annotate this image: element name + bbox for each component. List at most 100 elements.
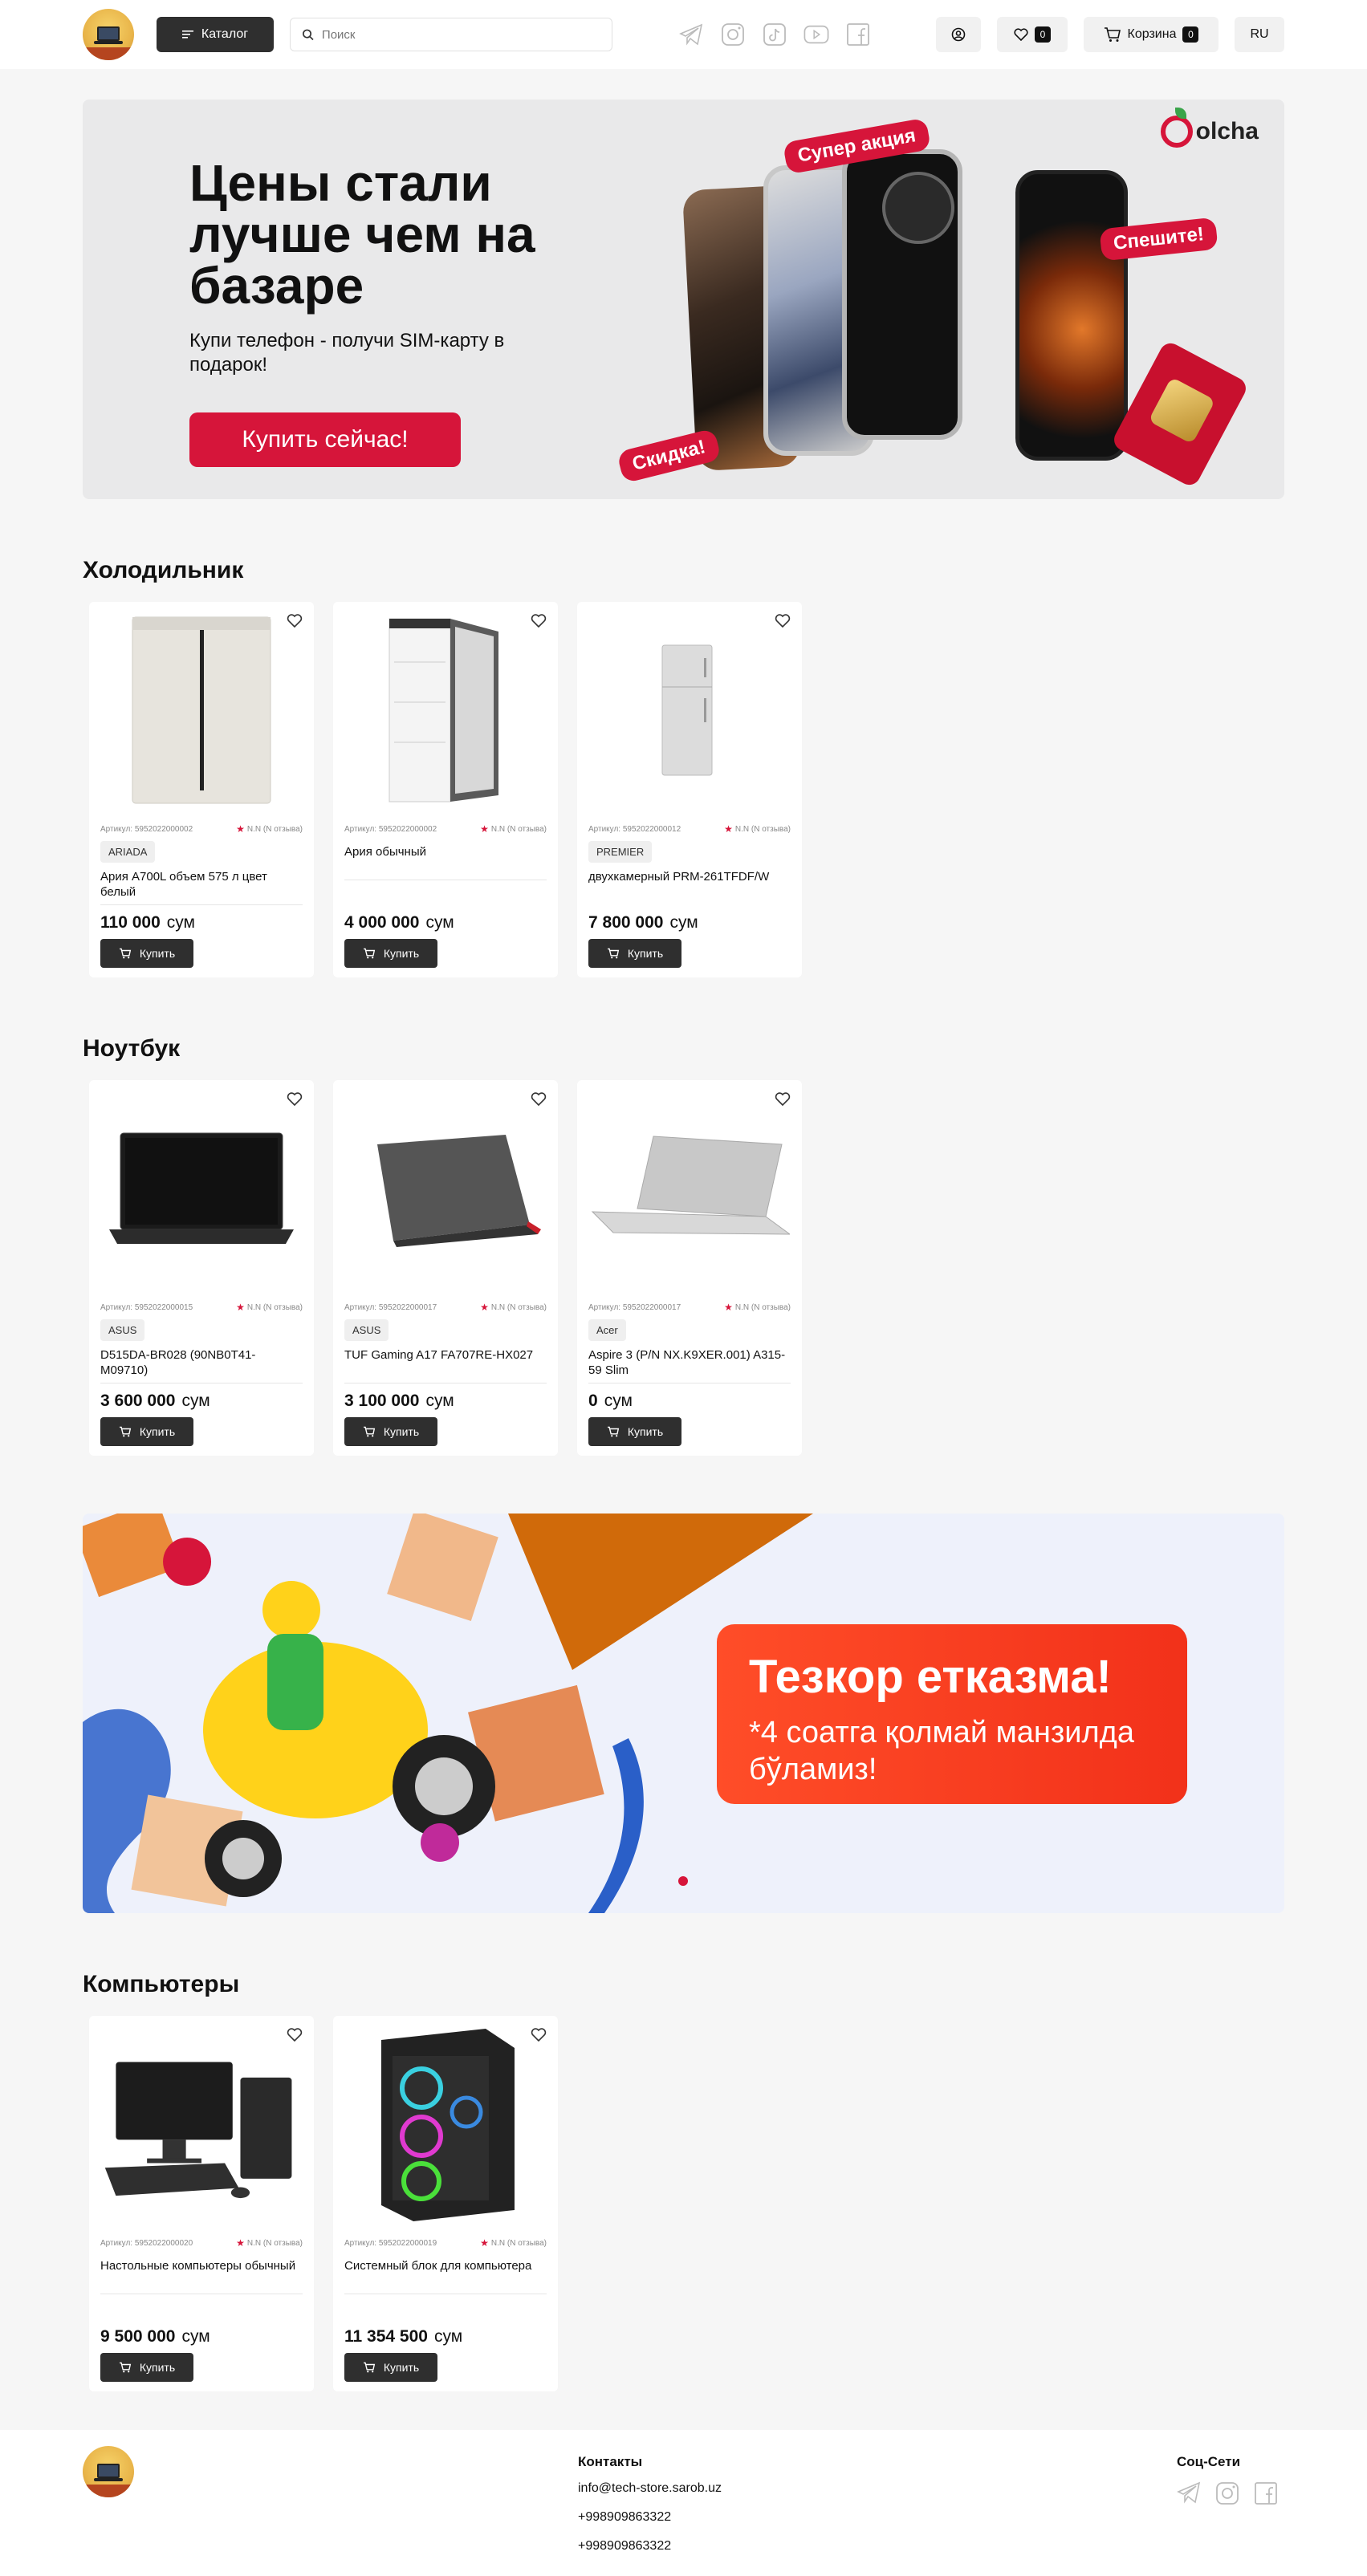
favorite-heart-icon[interactable]: [283, 610, 306, 632]
product-name[interactable]: Ария обычный: [344, 844, 547, 875]
footer-logo[interactable]: [83, 2446, 134, 2497]
product-name[interactable]: Aspire 3 (P/N NX.K9XER.001) A315-59 Slim: [588, 1347, 791, 1378]
cart-icon: [119, 2362, 132, 2373]
product-sku: Артикул: 5952022000017: [344, 1302, 437, 1312]
promo-banner-delivery[interactable]: Тезкор етказма! *4 соатга қолмай манзилд…: [83, 1514, 1284, 1913]
brand-badge: ASUS: [100, 1319, 145, 1341]
product-card[interactable]: Артикул: 5952022000017 ★ N.N (N отзыва) Ac…: [577, 1080, 802, 1456]
laptop-gaming-icon[interactable]: [344, 1080, 547, 1297]
cart-button[interactable]: Корзина 0: [1084, 17, 1219, 52]
pc-case-icon[interactable]: [344, 2016, 547, 2233]
product-card[interactable]: Артикул: 5952022000020 ★ N.N (N отзыва) На…: [89, 2016, 314, 2391]
catalog-label: Каталог: [201, 27, 249, 41]
product-sku: Артикул: 5952022000015: [100, 1302, 193, 1312]
product-card[interactable]: Артикул: 5952022000002 ★ N.N (N отзыва) Ар…: [333, 602, 558, 977]
currency: сум: [433, 2327, 463, 2346]
instagram-icon[interactable]: [1215, 2481, 1239, 2509]
star-icon: ★: [236, 2237, 245, 2249]
product-name[interactable]: Ария A700L объем 575 л цвет белый: [100, 869, 303, 900]
facebook-icon[interactable]: [845, 22, 871, 47]
buy-button[interactable]: Купить: [100, 2353, 193, 2382]
store-logo[interactable]: [83, 9, 134, 60]
buy-button[interactable]: Купить: [100, 939, 193, 968]
telegram-icon[interactable]: [1177, 2481, 1201, 2509]
facebook-icon[interactable]: [1254, 2481, 1278, 2509]
product-card[interactable]: Артикул: 5952022000017 ★ N.N (N отзыва) AS…: [333, 1080, 558, 1456]
footer-socials: Соц-Сети: [1177, 2454, 1278, 2509]
contact-phone[interactable]: +998909863322: [578, 2539, 722, 2554]
favorite-heart-icon[interactable]: [283, 1088, 306, 1111]
laptop-silver-icon[interactable]: [588, 1080, 791, 1297]
telegram-icon[interactable]: [678, 22, 704, 47]
user-icon: [951, 27, 966, 42]
currency: сум: [181, 2327, 210, 2346]
product-name[interactable]: D515DA-BR028 (90NB0T41-M09710): [100, 1347, 303, 1378]
promo-banner-phones[interactable]: Цены стали лучше чем на базаре Купи теле…: [83, 100, 1284, 499]
favorite-heart-icon[interactable]: [527, 1088, 550, 1111]
wishlist-count: 0: [1035, 26, 1051, 43]
product-rating: N.N (N отзыва): [246, 1302, 303, 1312]
instagram-icon[interactable]: [720, 22, 746, 47]
contact-phone[interactable]: +998909863322: [578, 2510, 722, 2525]
fridge-small-icon[interactable]: [588, 602, 791, 819]
product-sku: Артикул: 5952022000017: [588, 1302, 681, 1312]
product-name[interactable]: Системный блок для компьютера: [344, 2258, 547, 2289]
product-name[interactable]: TUF Gaming A17 FA707RE-HX027: [344, 1347, 547, 1378]
product-price: 3 100 000: [344, 1392, 420, 1410]
product-list-computers: Артикул: 5952022000020 ★ N.N (N отзыва) На…: [83, 2016, 1284, 2391]
laptop-black-icon[interactable]: [100, 1080, 303, 1297]
discount-tag: Скидка!: [616, 428, 722, 484]
search-input[interactable]: [321, 27, 600, 42]
product-sku: Артикул: 5952022000002: [100, 824, 193, 834]
buy-button[interactable]: Купить: [344, 1417, 437, 1446]
currency: сум: [604, 1392, 633, 1410]
wishlist-button[interactable]: 0: [997, 17, 1068, 52]
currency: сум: [425, 913, 454, 932]
product-name[interactable]: Настольные компьютеры обычный: [100, 2258, 303, 2289]
footer-contacts: Контакты info@tech-store.sarob.uz +99890…: [578, 2454, 722, 2568]
socials-title: Соц-Сети: [1177, 2454, 1241, 2469]
currency: сум: [425, 1392, 454, 1410]
cart-icon: [119, 1426, 132, 1437]
buy-now-button[interactable]: Купить сейчас!: [189, 412, 461, 467]
product-card[interactable]: Артикул: 5952022000002 ★ N.N (N отзыва) AR…: [89, 602, 314, 977]
favorite-heart-icon[interactable]: [283, 2024, 306, 2046]
youtube-icon[interactable]: [804, 22, 829, 47]
buy-button[interactable]: Купить: [588, 939, 681, 968]
buy-button[interactable]: Купить: [100, 1417, 193, 1446]
product-rating: N.N (N отзыва): [246, 2238, 303, 2248]
product-card[interactable]: Артикул: 5952022000012 ★ N.N (N отзыва) PR…: [577, 602, 802, 977]
delivery-title: Тезкор етказма!: [749, 1651, 1112, 1703]
fridge-open-icon[interactable]: [344, 602, 547, 819]
section-title-fridges: Холодильник: [83, 557, 244, 583]
contact-email[interactable]: info@tech-store.sarob.uz: [578, 2481, 722, 2496]
tiktok-icon[interactable]: [762, 22, 787, 47]
buy-button[interactable]: Купить: [344, 2353, 437, 2382]
buy-button[interactable]: Купить: [588, 1417, 681, 1446]
product-sku: Артикул: 5952022000020: [100, 2238, 193, 2248]
product-rating: N.N (N отзыва): [246, 824, 303, 834]
favorite-heart-icon[interactable]: [527, 2024, 550, 2046]
product-sku: Артикул: 5952022000012: [588, 824, 681, 834]
favorite-heart-icon[interactable]: [527, 610, 550, 632]
buy-button[interactable]: Купить: [344, 939, 437, 968]
fridge-double-icon[interactable]: [100, 602, 303, 819]
header-socials: [678, 22, 871, 47]
product-card[interactable]: Артикул: 5952022000015 ★ N.N (N отзыва) AS…: [89, 1080, 314, 1456]
desktop-set-icon[interactable]: [100, 2016, 303, 2233]
product-card[interactable]: Артикул: 5952022000019 ★ N.N (N отзыва) Си…: [333, 2016, 558, 2391]
favorite-heart-icon[interactable]: [771, 1088, 794, 1111]
favorite-heart-icon[interactable]: [771, 610, 794, 632]
brand-badge: ASUS: [344, 1319, 389, 1341]
account-button[interactable]: [936, 17, 981, 52]
menu-icon: [181, 30, 193, 39]
product-price: 3 600 000: [100, 1392, 176, 1410]
delivery-message: Тезкор етказма! *4 соатга қолмай манзилд…: [717, 1624, 1187, 1804]
cart-icon: [119, 948, 132, 959]
product-price: 7 800 000: [588, 913, 664, 932]
catalog-button[interactable]: Каталог: [157, 17, 274, 52]
language-button[interactable]: RU: [1235, 17, 1284, 52]
product-name[interactable]: двухкамерный PRM-261TFDF/W: [588, 869, 791, 900]
phone-image-4: [1015, 170, 1128, 461]
carousel-dot[interactable]: [678, 1876, 688, 1886]
